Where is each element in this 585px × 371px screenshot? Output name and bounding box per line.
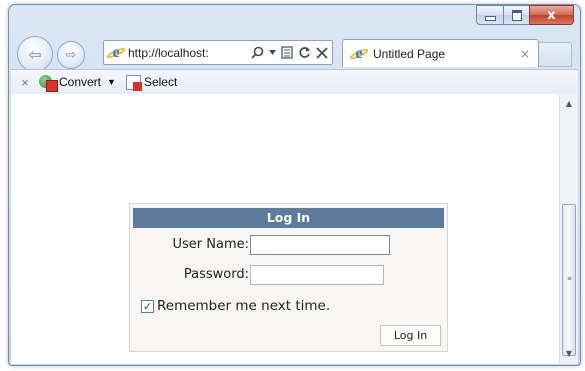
tab-title: Untitled Page (373, 46, 446, 61)
convert-button[interactable]: Convert (59, 75, 101, 89)
select-button[interactable]: Select (144, 75, 177, 89)
maximize-icon (511, 9, 522, 21)
maximize-button[interactable] (503, 5, 529, 25)
tab-favicon-icon: e (348, 45, 370, 62)
stop-icon[interactable] (316, 46, 328, 59)
new-tab-button[interactable] (539, 42, 572, 67)
scroll-up-icon[interactable]: ▲ (560, 96, 578, 112)
login-button[interactable]: Log In (380, 325, 441, 346)
address-url[interactable]: http://localhost: (128, 46, 209, 60)
address-bar[interactable]: e http://localhost: (103, 40, 333, 65)
scroll-thumb[interactable]: ≡ (562, 204, 576, 356)
compatibility-view-icon[interactable] (281, 46, 293, 59)
login-form: Log In User Name: Password: ✓ Remember m… (129, 203, 448, 352)
command-bar: × Convert ▼ Select (11, 69, 578, 95)
password-label: Password: (183, 267, 249, 282)
password-input[interactable] (250, 265, 384, 285)
back-button[interactable]: ⇦ (17, 36, 53, 72)
forward-button[interactable]: ⇨ (57, 41, 85, 69)
minimize-button[interactable] (476, 5, 503, 25)
minimize-icon (484, 16, 496, 21)
tab-untitled-page[interactable]: e Untitled Page × (342, 39, 539, 67)
forward-arrow-icon: ⇨ (65, 47, 77, 63)
select-pdf-icon (125, 74, 142, 91)
chevron-down-icon[interactable]: ▼ (107, 77, 116, 87)
remember-me-checkbox[interactable]: ✓ (141, 300, 154, 313)
scroll-down-icon[interactable]: ▼ (560, 346, 578, 362)
close-icon: x (547, 7, 556, 23)
caption-buttons: x (476, 5, 574, 25)
back-arrow-icon: ⇦ (28, 44, 42, 64)
internet-explorer-icon: e (105, 44, 127, 61)
remember-me-label[interactable]: Remember me next time. (157, 298, 330, 314)
refresh-icon[interactable] (298, 46, 311, 59)
username-input[interactable] (250, 235, 390, 255)
command-bar-close-icon[interactable]: × (11, 75, 39, 90)
tab-close-icon[interactable]: × (520, 47, 530, 61)
vertical-scrollbar[interactable]: ▲ ≡ ▼ (559, 94, 578, 364)
convert-pdf-icon (39, 74, 58, 92)
close-window-button[interactable]: x (529, 5, 574, 25)
login-title: Log In (133, 208, 444, 228)
address-tools (251, 46, 332, 59)
username-label: User Name: (172, 237, 250, 252)
search-icon[interactable] (251, 46, 264, 59)
search-dropdown-icon[interactable] (269, 50, 276, 55)
grip-icon: ≡ (567, 275, 573, 282)
